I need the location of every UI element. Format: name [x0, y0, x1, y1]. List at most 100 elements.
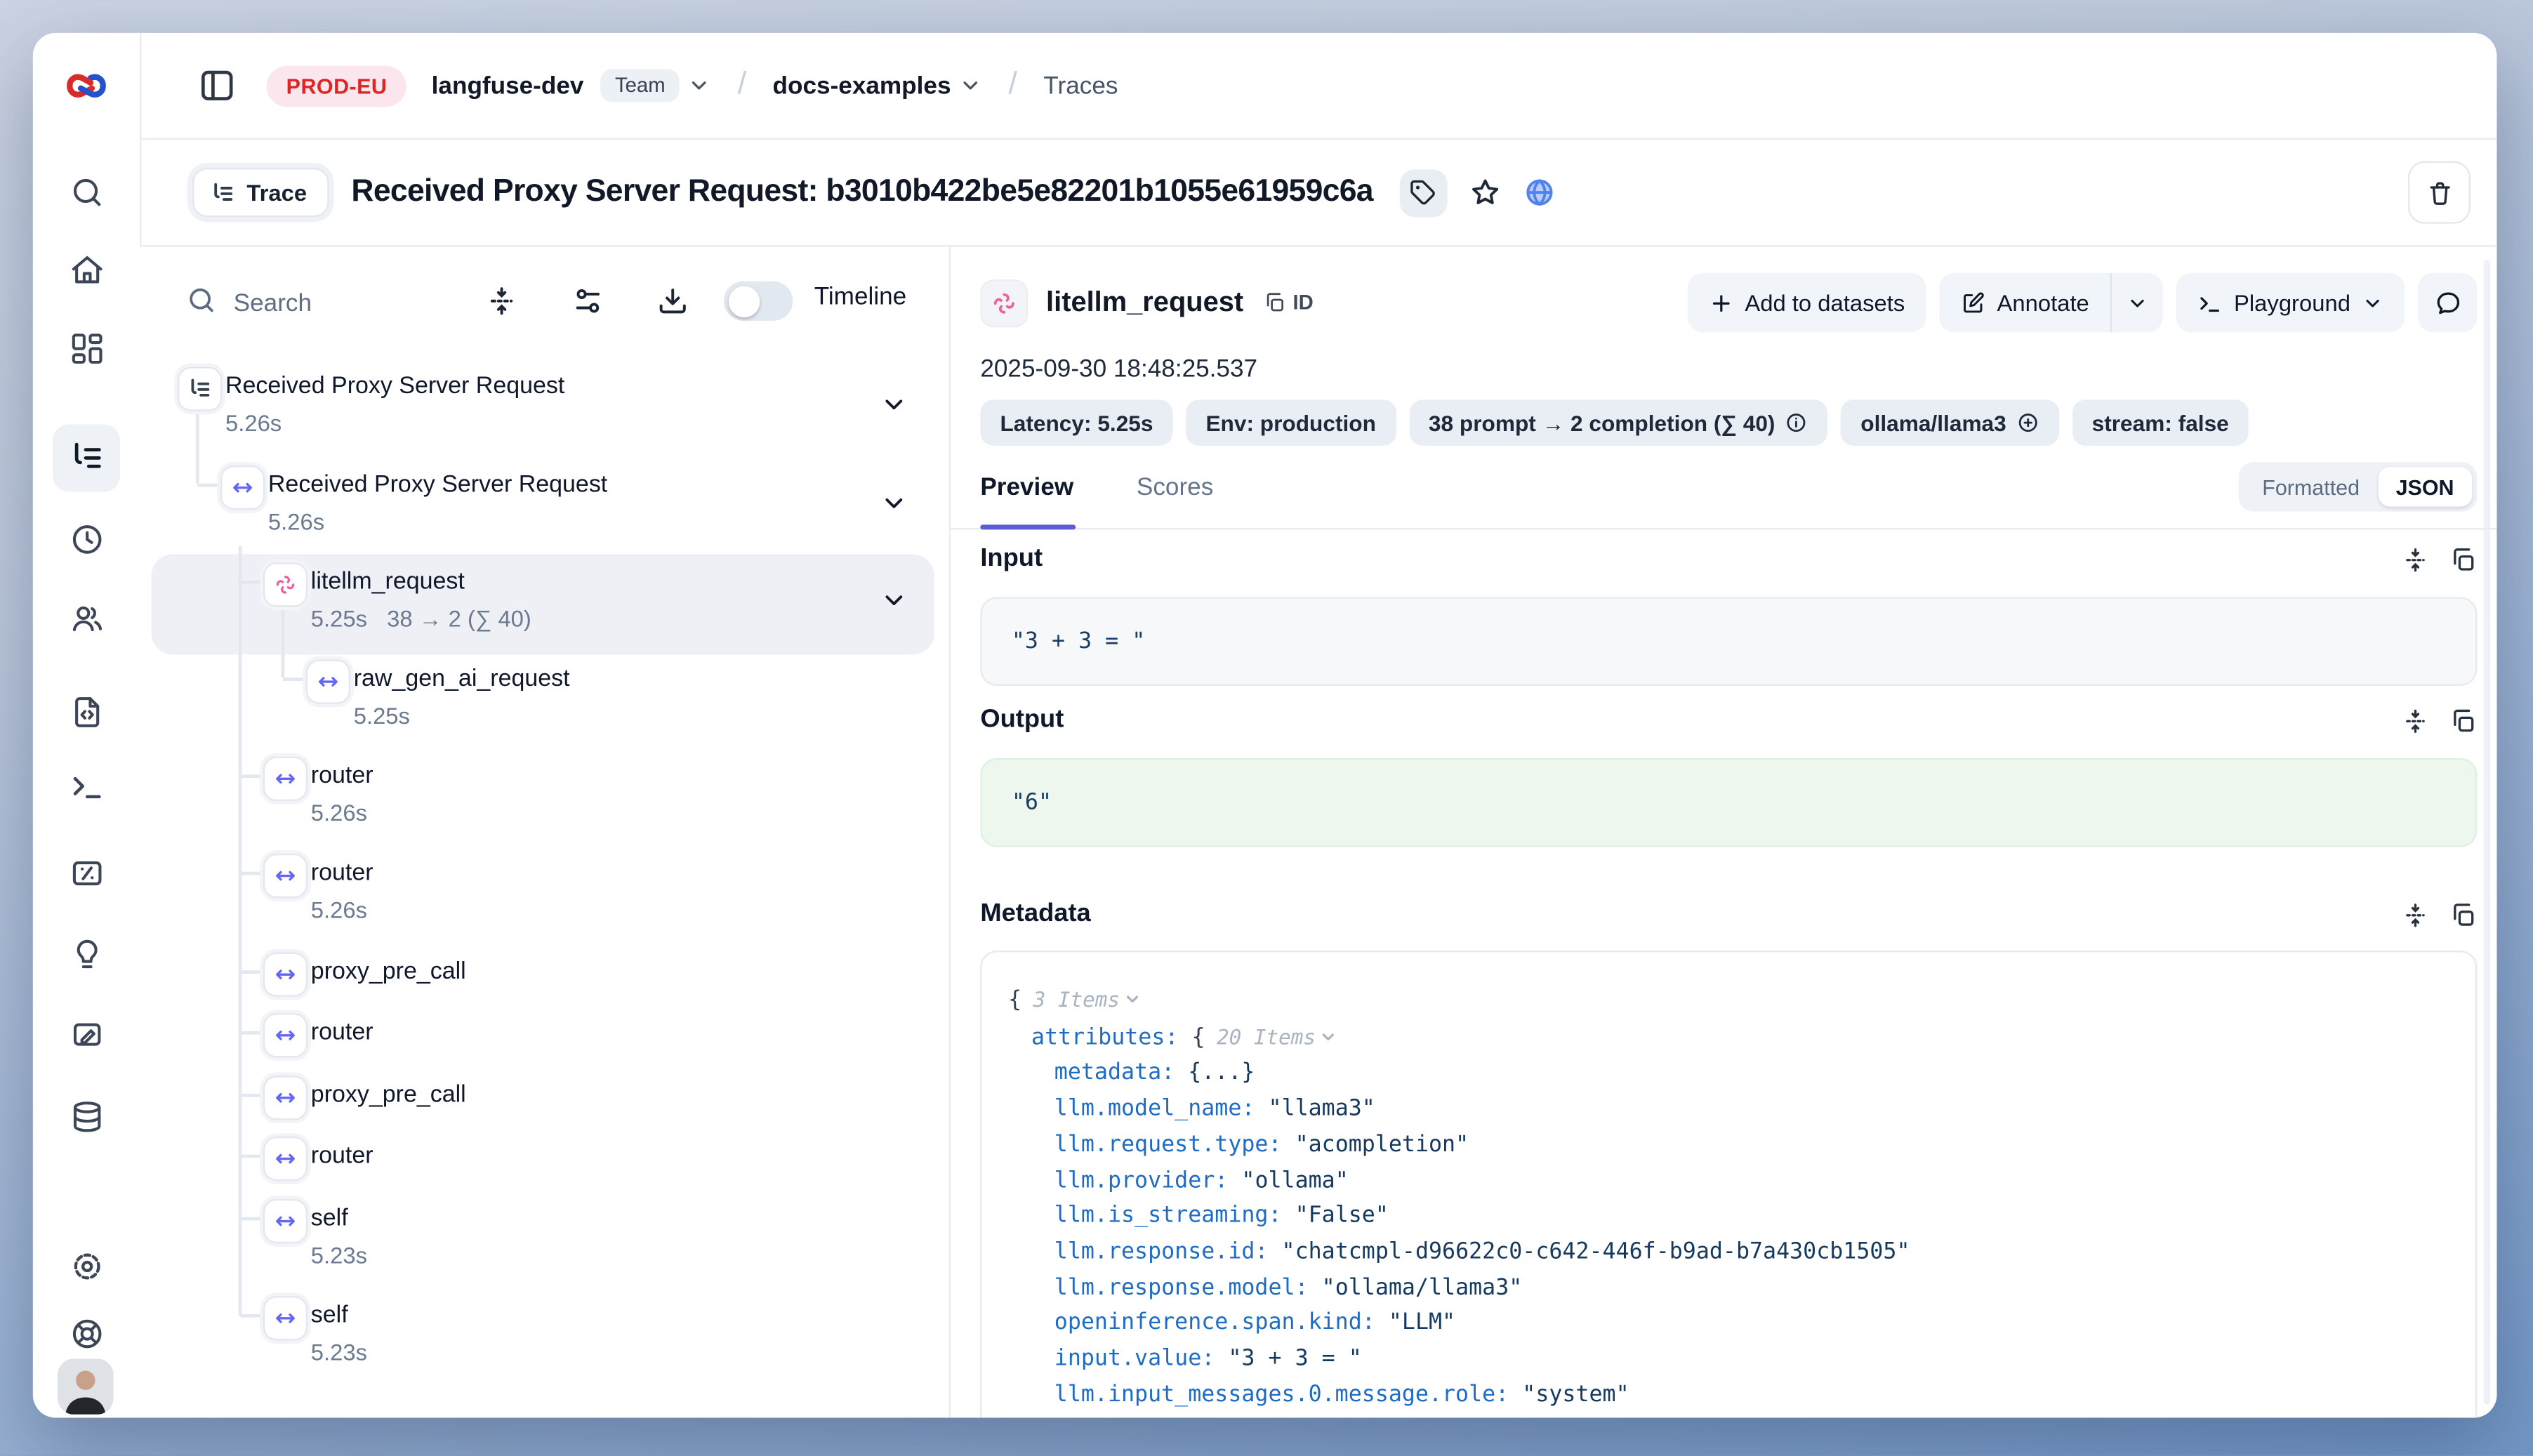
dashboard-icon [68, 331, 105, 367]
sidebar-item-suggestions[interactable] [68, 936, 105, 972]
sidebar-item-dashboard[interactable] [68, 331, 105, 367]
sidebar-item-support[interactable] [68, 1316, 105, 1352]
sidebar-item-prompts[interactable] [68, 694, 105, 731]
sidebar-item-datasets[interactable] [68, 1099, 105, 1135]
sidebar-item-sessions[interactable] [68, 522, 105, 558]
tree-connector [240, 1155, 260, 1158]
collapse-section-icon[interactable] [2402, 545, 2430, 574]
token-usage: 38 → 2 (∑ 40) [387, 605, 531, 631]
view-toggle-json[interactable]: JSON [2378, 467, 2472, 506]
tree-row[interactable]: router [311, 763, 373, 789]
langfuse-dev-logo[interactable] [64, 64, 108, 108]
sidebar-item-evaluation[interactable] [68, 855, 105, 892]
suggestions-icon [68, 936, 105, 972]
annotate-button[interactable]: Annotate [1939, 273, 2110, 332]
copy-icon[interactable] [2449, 901, 2478, 929]
playground-icon [68, 768, 105, 805]
circle-plus-icon[interactable] [2016, 411, 2039, 435]
json-line: llm.input_messages.0.message.content: "Y… [1008, 1414, 2449, 1418]
metadata-label: Metadata [980, 900, 1090, 929]
view-toggle-formatted[interactable]: Formatted [2244, 467, 2377, 506]
star-icon[interactable] [1469, 176, 1502, 209]
span-icon [263, 1136, 307, 1180]
detail-header: litellm_request ID Add to datasets Annot… [980, 272, 2477, 334]
collapse-section-icon[interactable] [2402, 706, 2430, 734]
timeline-toggle[interactable] [724, 282, 793, 321]
users-icon [68, 600, 105, 637]
tab-preview[interactable]: Preview [980, 474, 1073, 502]
tree-row[interactable]: self [311, 1303, 348, 1329]
add-to-datasets-button[interactable]: Add to datasets [1687, 273, 1926, 332]
span-icon [263, 1295, 307, 1339]
sidebar-item-search[interactable] [68, 174, 105, 211]
copy-id-button[interactable]: ID [1263, 291, 1313, 315]
json-value: "3 + 3 = " [1228, 1346, 1361, 1372]
project-switcher-chevron-icon[interactable] [959, 74, 982, 97]
evaluation-icon [68, 855, 105, 892]
delete-trace-button[interactable] [2408, 161, 2471, 224]
chevron-down-icon[interactable] [880, 489, 908, 517]
tree-toolbar: Timeline [140, 267, 949, 336]
collapse-all-icon[interactable] [485, 284, 518, 317]
json-collapser[interactable]: 3 Items [1033, 987, 1142, 1012]
tree-settings-icon[interactable] [571, 284, 604, 317]
tree-row[interactable]: proxy_pre_call [311, 1083, 466, 1108]
tree-row[interactable]: litellm_request [311, 569, 465, 595]
comments-button[interactable] [2418, 273, 2477, 332]
metadata-section-header: Metadata [980, 900, 2477, 929]
org-name[interactable]: langfuse-dev [432, 72, 584, 100]
json-key: openinference.span.kind: [1054, 1310, 1375, 1336]
tab-scores[interactable]: Scores [1137, 474, 1213, 502]
tree-row[interactable]: Received Proxy Server Request [225, 373, 564, 399]
globe-icon[interactable] [1523, 176, 1556, 209]
tree-row[interactable]: router [311, 1020, 373, 1046]
json-key: llm.model_name: [1054, 1096, 1255, 1122]
sidebar-item-home[interactable] [68, 251, 105, 288]
json-line: {3 Items [1008, 982, 2449, 1019]
tree-connector [240, 1094, 260, 1097]
settings-icon [68, 1248, 105, 1285]
tree-row[interactable]: proxy_pre_call [311, 959, 466, 985]
playground-button[interactable]: Playground [2176, 273, 2405, 332]
json-key: input.value: [1054, 1346, 1215, 1372]
tag-icon[interactable] [1399, 168, 1447, 216]
search-input[interactable] [230, 277, 467, 329]
org-switcher-chevron-icon[interactable] [688, 74, 711, 97]
observation-duration: 5.25s38 → 2 (∑ 40) [311, 605, 531, 631]
tree-row[interactable]: self [311, 1205, 348, 1231]
search-icon [68, 174, 105, 211]
json-key: llm.response.id: [1054, 1238, 1269, 1264]
sidebar-item-settings[interactable] [68, 1248, 105, 1285]
span-icon [263, 1075, 307, 1119]
scrollbar[interactable] [2484, 260, 2490, 1405]
prompts-icon [68, 694, 105, 731]
project-name[interactable]: docs-examples [773, 72, 951, 100]
download-icon[interactable] [656, 284, 689, 317]
trace-icon [177, 366, 221, 410]
chevron-down-icon[interactable] [880, 390, 908, 418]
collapse-section-icon[interactable] [2402, 901, 2430, 929]
tree-row[interactable]: raw_gen_ai_request [354, 666, 570, 692]
observation-duration: 5.23s [311, 1339, 367, 1365]
tree-row[interactable]: Received Proxy Server Request [268, 472, 607, 498]
breadcrumb-traces[interactable]: Traces [1043, 72, 1118, 100]
copy-icon[interactable] [2449, 545, 2478, 574]
copy-icon[interactable] [2449, 706, 2478, 734]
tree-row[interactable]: router [311, 1143, 373, 1169]
chevron-down-icon[interactable] [880, 586, 908, 614]
sidebar-item-playground[interactable] [68, 768, 105, 805]
user-avatar[interactable] [58, 1358, 114, 1415]
toggle-knob [728, 285, 760, 317]
observation-tree-panel: Timeline Received Proxy Server Request 5.… [140, 246, 949, 1417]
tree-row[interactable]: router [311, 860, 373, 886]
info-icon[interactable] [1785, 411, 1808, 435]
trace-type-badge: Trace [192, 168, 329, 217]
sidebar-item-tracing[interactable] [68, 439, 105, 476]
annotate-dropdown-chevron-icon[interactable] [2112, 273, 2164, 332]
json-value: {...} [1188, 1060, 1255, 1086]
json-value: "False" [1295, 1203, 1389, 1229]
json-collapser[interactable]: 20 Items [1217, 1024, 1337, 1049]
sidebar-toggle-icon[interactable] [197, 66, 237, 105]
sidebar-item-users[interactable] [68, 600, 105, 637]
sidebar-item-annotation-queues[interactable] [68, 1017, 105, 1053]
